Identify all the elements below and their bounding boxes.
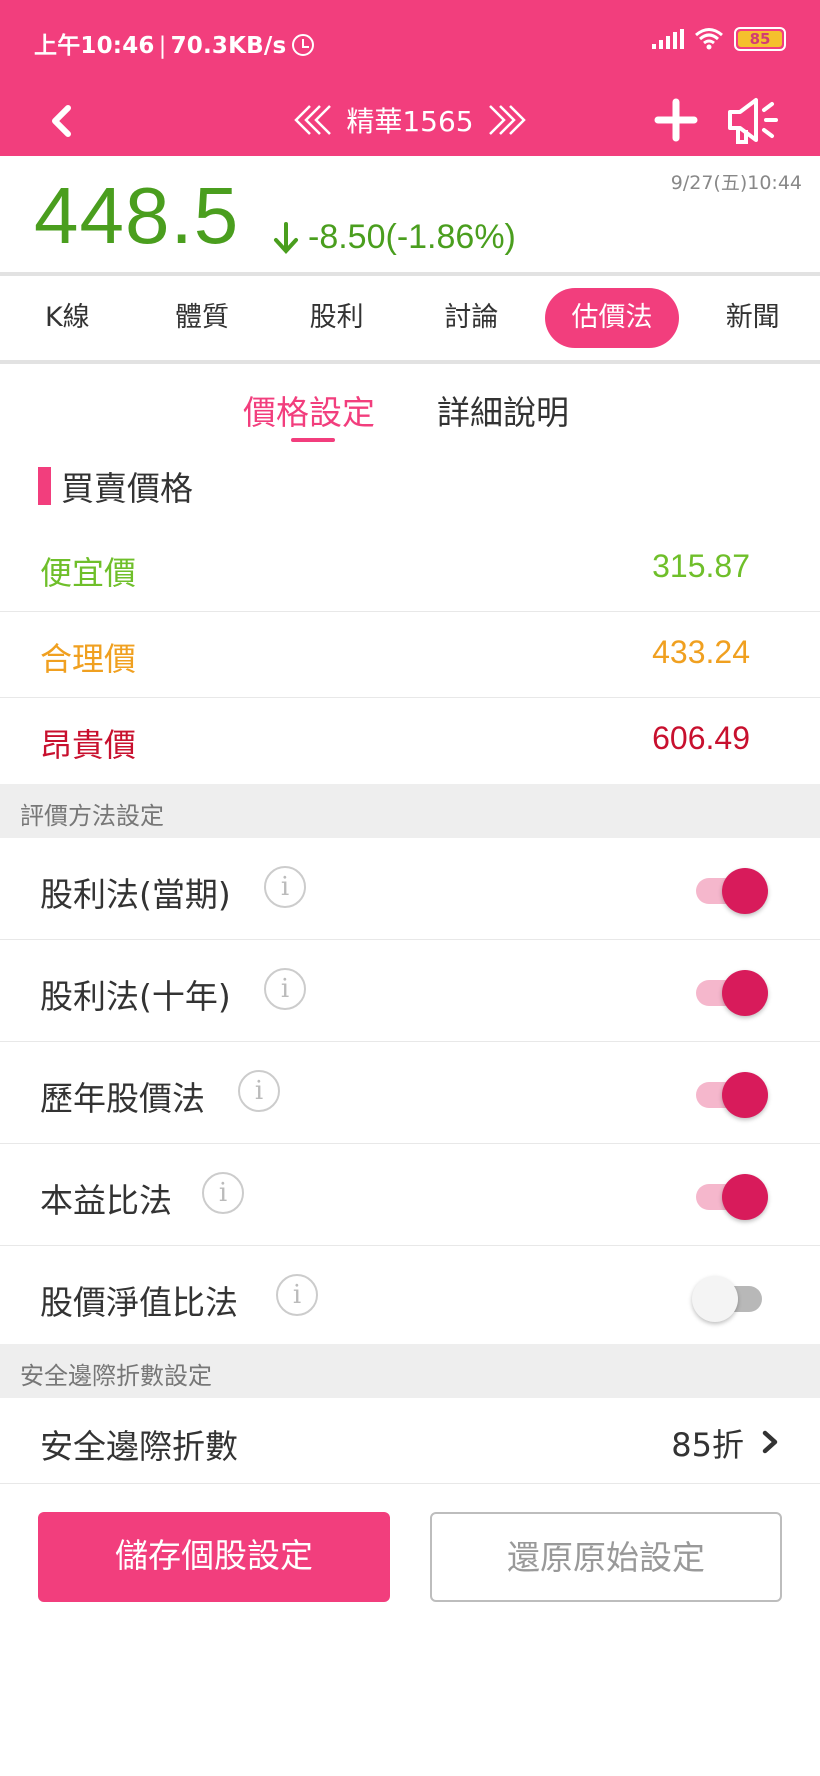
expensive-price-label: 昂貴價: [40, 726, 137, 764]
quote-timestamp: 9/27(五)10:44: [670, 172, 802, 194]
app-header: 精華1565: [0, 86, 820, 156]
method-toggle[interactable]: [692, 868, 768, 914]
method-label: 股利法(當期): [40, 875, 231, 914]
method-toggle[interactable]: [692, 1072, 768, 1118]
speaker-button[interactable]: [724, 92, 784, 148]
method-toggle[interactable]: [692, 1174, 768, 1220]
back-button[interactable]: [38, 96, 88, 146]
price-change: -8.50(-1.86%): [272, 218, 516, 257]
battery-icon: 85: [734, 27, 786, 51]
method-label: 本益比法: [40, 1181, 172, 1220]
info-icon[interactable]: i: [202, 1172, 244, 1214]
sub-tabs: 價格設定 詳細說明: [0, 386, 820, 448]
method-row-dividend-current: 股利法(當期) i: [0, 838, 820, 940]
status-bar: 上午10:46 | 70.3KB/s 85: [0, 0, 820, 86]
safety-margin-value: 85折: [671, 1426, 744, 1464]
section-title-text: 買賣價格: [61, 469, 193, 508]
tab-valuation[interactable]: 估價法: [544, 288, 680, 348]
subtab-details[interactable]: 詳細說明: [437, 386, 569, 434]
add-watchlist-button[interactable]: [652, 96, 700, 144]
chevron-right-icon: [762, 1430, 778, 1454]
method-label: 股價淨值比法: [40, 1283, 238, 1322]
margin-header: 安全邊際折數設定: [0, 1344, 820, 1398]
next-stock-icon[interactable]: [484, 102, 530, 138]
current-price: 448.5: [34, 171, 240, 260]
previous-stock-icon[interactable]: [290, 102, 336, 138]
stock-switcher: 精華1565: [270, 94, 550, 146]
method-row-pe-ratio: 本益比法 i: [0, 1144, 820, 1246]
info-icon[interactable]: i: [264, 968, 306, 1010]
info-icon[interactable]: i: [264, 866, 306, 908]
method-row-pb-ratio: 股價淨值比法 i: [0, 1246, 820, 1348]
fair-price-value: 433.24: [652, 634, 750, 670]
cheap-price-row: 便宜價 315.87: [0, 526, 820, 612]
page-title: 精華1565: [346, 105, 474, 138]
alarm-icon: [292, 34, 315, 56]
expensive-price-row: 昂貴價 606.49: [0, 698, 820, 784]
price-change-value: -8.50(-1.86%): [308, 218, 516, 256]
fair-price-row: 合理價 433.24: [0, 612, 820, 698]
wifi-icon: [695, 28, 723, 50]
method-toggle[interactable]: [692, 1276, 768, 1322]
status-separator: |: [158, 33, 167, 59]
tab-discussion[interactable]: 討論: [404, 288, 539, 348]
subtab-indicator: [291, 438, 335, 442]
safety-margin-label: 安全邊際折數: [40, 1427, 238, 1466]
tab-news[interactable]: 新聞: [685, 288, 820, 348]
tab-fundamentals[interactable]: 體質: [135, 288, 270, 348]
method-label: 歷年股價法: [40, 1079, 205, 1118]
status-right: 85: [652, 24, 786, 54]
arrow-down-icon: [274, 221, 298, 254]
divider: [0, 360, 820, 364]
cheap-price-label: 便宜價: [40, 554, 137, 592]
reset-settings-button[interactable]: 還原原始設定: [430, 1512, 782, 1602]
battery-level: 85: [738, 31, 782, 47]
fair-price-label: 合理價: [40, 640, 137, 678]
tab-kline[interactable]: K線: [0, 288, 135, 348]
status-speed: 70.3KB/s: [170, 33, 287, 59]
method-toggle[interactable]: [692, 970, 768, 1016]
methods-header-text: 評價方法設定: [20, 802, 164, 830]
section-marker: [38, 467, 51, 505]
status-time: 上午10:46: [34, 33, 155, 59]
method-row-dividend-ten-year: 股利法(十年) i: [0, 940, 820, 1042]
method-row-historical-price: 歷年股價法 i: [0, 1042, 820, 1144]
expensive-price-value: 606.49: [652, 720, 750, 756]
quote-panel: 448.5 -8.50(-1.86%) 9/27(五)10:44: [0, 156, 820, 274]
methods-header: 評價方法設定: [0, 784, 820, 838]
status-left: 上午10:46 | 70.3KB/s: [34, 26, 315, 60]
main-tabs: K線 體質 股利 討論 估價法 新聞: [0, 276, 820, 360]
info-icon[interactable]: i: [276, 1274, 318, 1316]
signal-icon: [652, 29, 684, 49]
subtab-price-settings[interactable]: 價格設定: [243, 386, 375, 434]
safety-margin-row[interactable]: 安全邊際折數 85折: [0, 1398, 820, 1484]
tab-dividend[interactable]: 股利: [269, 288, 404, 348]
save-settings-button[interactable]: 儲存個股設定: [38, 1512, 390, 1602]
section-title: 買賣價格: [38, 464, 193, 508]
margin-header-text: 安全邊際折數設定: [20, 1362, 212, 1390]
cheap-price-value: 315.87: [652, 548, 750, 584]
method-label: 股利法(十年): [40, 977, 231, 1016]
info-icon[interactable]: i: [238, 1070, 280, 1112]
